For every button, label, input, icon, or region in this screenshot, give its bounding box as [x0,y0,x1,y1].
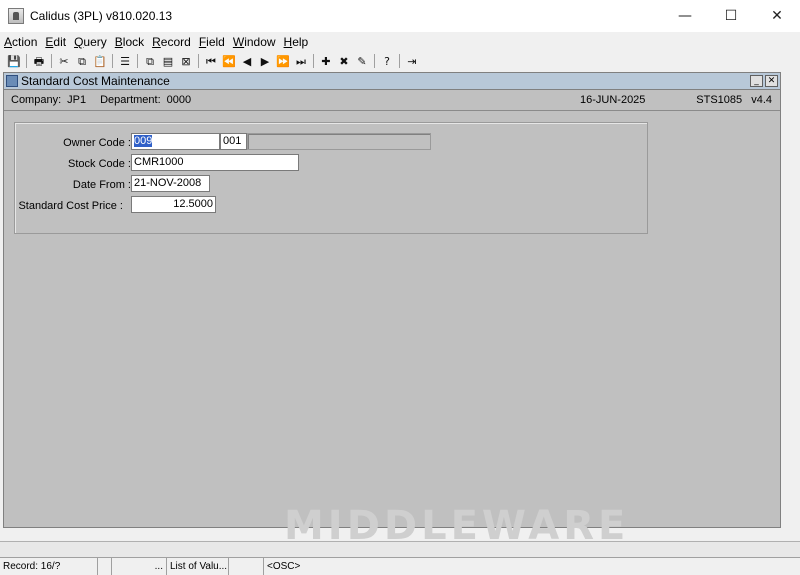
form-title: Standard Cost Maintenance [21,74,170,88]
company-label: Company: [11,94,62,106]
window-title: Calidus (3PL) v810.020.13 [30,9,173,23]
menu-field[interactable]: Field [199,35,225,49]
date-from-label: Date From : [72,179,131,191]
standard-cost-input[interactable]: 12.5000 [131,196,216,213]
toolbar-separator [137,54,138,68]
owner-code-secondary-input[interactable]: 001 [220,133,247,150]
form-panel: Owner Code : 009 001 Stock Code : CMR100… [14,122,648,234]
form-close-button[interactable]: ✕ [765,75,778,87]
enter-query-icon[interactable]: ⧉ [141,53,159,69]
form-title-bar: Standard Cost Maintenance _ ✕ [4,73,780,90]
clear-record-icon[interactable]: ✎ [353,53,371,69]
toolbar-separator [51,54,52,68]
menu-record[interactable]: Record [152,35,191,49]
menu-block-rest: lock [122,35,145,49]
menu-query-rest: uery [83,35,107,49]
cut-icon[interactable]: ✂ [55,53,73,69]
menu-window-rest: indow [244,35,276,49]
current-date: 16-JUN-2025 [580,94,646,106]
window-title-bar: Calidus (3PL) v810.020.13 — ☐ ✕ [0,0,800,32]
stock-code-input[interactable]: CMR1000 [131,154,299,171]
menu-record-rest: ecord [160,35,191,49]
first-record-icon[interactable]: ⏮ [202,53,220,69]
delete-record-icon[interactable]: ✖ [335,53,353,69]
menu-query[interactable]: Query [74,35,107,49]
copy-icon[interactable]: ⧉ [73,53,91,69]
close-button[interactable]: ✕ [754,0,800,32]
form-code: STS1085 v4.4 [696,94,772,106]
company-value: JP1 [67,94,87,106]
owner-code-label: Owner Code : [63,137,131,149]
toolbar-separator [198,54,199,68]
toolbar-separator [112,54,113,68]
app-icon [8,8,24,24]
status-cell-5 [229,558,264,575]
owner-code-input[interactable]: 009 [131,133,220,150]
form-code-id: STS1085 [696,94,743,106]
menu-bar: Action Edit Query Block Record Field Window Hel… [0,32,800,52]
date-from-input[interactable]: 21-NOV-2008 [131,175,210,192]
toolbar-separator [399,54,400,68]
standard-cost-label: Standard Cost Price : [18,200,123,212]
form-window: Standard Cost Maintenance _ ✕ Company: J… [3,72,781,549]
status-cell-3: ... [112,558,167,575]
menu-record-key: R [152,35,161,49]
previous-record-icon[interactable]: ◀ [238,53,256,69]
menu-help-rest: elp [292,35,309,49]
status-lov: List of Valu... [167,558,229,575]
print-icon[interactable]: 🖶 [30,53,48,69]
menu-window[interactable]: Window [233,35,276,49]
menu-window-key: W [232,35,245,49]
next-set-icon[interactable]: ⏩ [274,53,292,69]
status-cell-2 [98,558,112,575]
status-record: Record: 16/? [0,558,98,575]
form-minimize-button[interactable]: _ [750,75,763,87]
menu-help[interactable]: Help [284,35,309,49]
toolbar-separator [374,54,375,68]
status-bar: Record: 16/? ... List of Valu... <OSC> [0,557,800,575]
department-value: 0000 [166,94,192,106]
owner-description-field [247,133,431,150]
insert-record-icon[interactable]: ✚ [317,53,335,69]
previous-set-icon[interactable]: ⏪ [220,53,238,69]
menu-help-key: H [283,35,293,49]
menu-block-key: B [114,35,123,49]
list-icon[interactable]: ☰ [116,53,134,69]
help-icon[interactable]: ? [378,53,396,69]
execute-query-icon[interactable]: ▤ [159,53,177,69]
toolbar-separator [26,54,27,68]
save-icon[interactable]: 💾 [5,53,23,69]
form-version: v4.4 [751,94,772,106]
next-record-icon[interactable]: ▶ [256,53,274,69]
menu-block[interactable]: Block [115,35,144,49]
toolbar: 💾 🖶 ✂ ⧉ 📋 ☰ ⧉ ▤ ⊠ ⏮ ⏪ ◀ ▶ ⏩ ⏭ ✚ ✖ ✎? ⇥ [0,52,800,70]
status-osc: <OSC> [267,561,301,572]
department-label: Department: [100,94,161,106]
menu-action-rest: ction [12,35,38,49]
stock-code-label: Stock Code : [68,158,131,170]
menu-field-rest: ield [206,35,225,49]
toolbar-separator [313,54,314,68]
maximize-button[interactable]: ☐ [708,0,754,32]
exit-icon[interactable]: ⇥ [403,53,421,69]
menu-action-key: A [4,35,13,49]
menu-edit[interactable]: Edit [45,35,66,49]
menu-action[interactable]: Action [4,35,37,49]
cancel-query-icon[interactable]: ⊠ [177,53,195,69]
info-bar: Company: JP1 Department: 0000 16-JUN-202… [4,90,780,111]
menu-edit-rest: dit [53,35,67,49]
owner-code-value: 009 [134,135,153,147]
paste-icon[interactable]: 📋 [91,53,109,69]
form-icon [6,75,18,87]
last-record-icon[interactable]: ⏭ [292,53,310,69]
horizontal-scrollbar[interactable] [0,541,800,557]
minimize-button[interactable]: — [662,0,708,32]
